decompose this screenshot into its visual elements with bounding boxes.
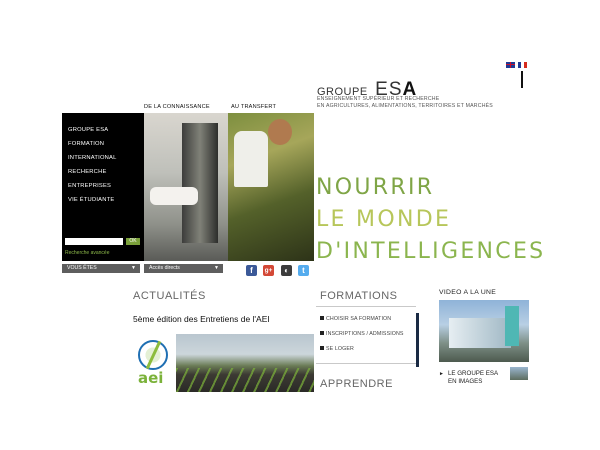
globe-icon <box>138 340 168 370</box>
formation-link-loger[interactable]: SE LOGER <box>320 346 354 352</box>
video-mini-thumbnail[interactable] <box>510 367 528 380</box>
nav-item-groupe-esa[interactable]: GROUPE ESA <box>68 127 108 133</box>
formation-link-inscriptions[interactable]: INSCRIPTIONS / ADMISSIONS <box>320 331 404 337</box>
formation-link-choisir[interactable]: CHOISIR SA FORMATION <box>320 316 391 322</box>
acces-directs-label: Accès directs <box>149 265 180 271</box>
header-divider <box>521 71 523 88</box>
twitter-icon[interactable]: t <box>298 265 309 276</box>
aei-logo-text: aei <box>138 369 164 387</box>
slogan-line-2: LE MONDE <box>316 207 452 232</box>
video-thumbnail[interactable] <box>439 300 529 362</box>
advanced-search-link[interactable]: Recherche avancée <box>65 250 109 256</box>
photo-caption-transfert: AU TRANSFERT <box>231 104 277 110</box>
language-switcher <box>506 62 527 68</box>
aei-logo[interactable]: aei <box>136 338 172 388</box>
google-plus-icon[interactable]: g+ <box>263 265 274 276</box>
formations-heading: FORMATIONS <box>320 290 398 302</box>
actualites-heading: ACTUALITÉS <box>133 290 206 302</box>
tagline-line-2: EN AGRICULTURES, ALIMENTATIONS, TERRITOI… <box>317 102 493 109</box>
photo-caption-connaissance: DE LA CONNAISSANCE <box>144 104 210 110</box>
nav-item-international[interactable]: INTERNATIONAL <box>68 155 117 161</box>
chevron-down-icon: ▼ <box>131 265 136 271</box>
facebook-icon[interactable]: f <box>246 265 257 276</box>
field-photo[interactable] <box>176 334 314 392</box>
vineyard-photo <box>228 113 314 261</box>
chevron-down-icon: ▼ <box>214 265 219 271</box>
vous-etes-label: VOUS ÊTES <box>67 265 97 271</box>
video-caption-link[interactable]: ► LE GROUPE ESA EN IMAGES <box>439 370 498 386</box>
lab-photo <box>144 113 228 261</box>
search-ok-button[interactable]: OK <box>126 238 140 245</box>
slogan-line-1: NOURRIR <box>316 175 435 200</box>
nav-item-formation[interactable]: FORMATION <box>68 141 104 147</box>
netvibes-icon[interactable]: ◐ <box>281 265 292 276</box>
apprendre-heading: APPRENDRE <box>320 378 393 390</box>
fr-flag-icon[interactable] <box>518 62 527 68</box>
slogan-line-3: D'INTELLIGENCES <box>316 239 546 264</box>
acces-directs-dropdown[interactable]: Accès directs ▼ <box>144 264 223 273</box>
news-title-link[interactable]: 5ème édition des Entretiens de l'AEI <box>133 314 270 324</box>
bullet-icon <box>320 316 324 320</box>
nav-item-recherche[interactable]: RECHERCHE <box>68 169 107 175</box>
brand-tagline: ENSEIGNEMENT SUPÉRIEUR ET RECHERCHE EN A… <box>317 96 493 109</box>
video-heading: VIDEO A LA UNE <box>439 289 497 296</box>
vous-etes-dropdown[interactable]: VOUS ÊTES ▼ <box>62 264 140 273</box>
uk-flag-icon[interactable] <box>506 62 515 68</box>
nav-item-vie-etudiante[interactable]: VIE ÉTUDIANTE <box>68 197 114 203</box>
search-input[interactable] <box>65 238 123 245</box>
nav-item-entreprises[interactable]: ENTREPRISES <box>68 183 111 189</box>
bullet-icon <box>320 331 324 335</box>
bullet-icon <box>320 346 324 350</box>
play-triangle-icon: ► <box>439 371 444 377</box>
